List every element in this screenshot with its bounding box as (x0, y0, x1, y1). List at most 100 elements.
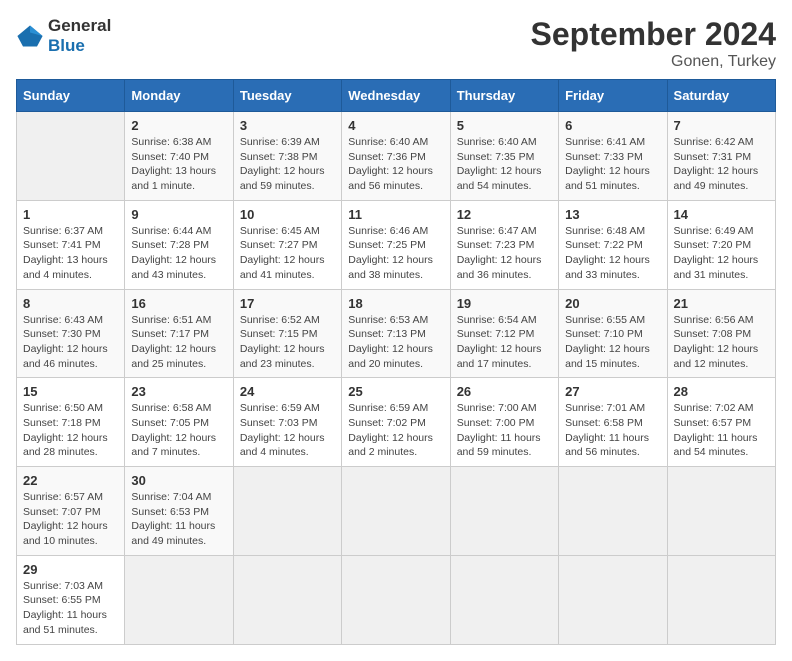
day-number: 24 (240, 384, 335, 399)
calendar-cell: 6 Sunrise: 6:41 AMSunset: 7:33 PMDayligh… (559, 112, 667, 201)
calendar-cell: 5 Sunrise: 6:40 AMSunset: 7:35 PMDayligh… (450, 112, 558, 201)
logo-blue: Blue (48, 36, 85, 55)
day-number: 9 (131, 207, 226, 222)
calendar-cell: 3 Sunrise: 6:39 AMSunset: 7:38 PMDayligh… (233, 112, 341, 201)
day-number: 6 (565, 118, 660, 133)
calendar-cell: 18 Sunrise: 6:53 AMSunset: 7:13 PMDaylig… (342, 289, 450, 378)
day-number: 21 (674, 296, 769, 311)
calendar-cell: 8 Sunrise: 6:43 AMSunset: 7:30 PMDayligh… (17, 289, 125, 378)
day-info: Sunrise: 7:02 AMSunset: 6:57 PMDaylight:… (674, 401, 769, 460)
calendar-cell (342, 555, 450, 644)
day-info: Sunrise: 6:55 AMSunset: 7:10 PMDaylight:… (565, 313, 660, 372)
day-info: Sunrise: 6:52 AMSunset: 7:15 PMDaylight:… (240, 313, 335, 372)
day-number: 4 (348, 118, 443, 133)
day-info: Sunrise: 6:57 AMSunset: 7:07 PMDaylight:… (23, 490, 118, 549)
day-info: Sunrise: 6:43 AMSunset: 7:30 PMDaylight:… (23, 313, 118, 372)
calendar-cell: 7 Sunrise: 6:42 AMSunset: 7:31 PMDayligh… (667, 112, 775, 201)
calendar-cell (125, 555, 233, 644)
logo: General Blue (16, 16, 111, 56)
calendar-cell (450, 555, 558, 644)
calendar-cell: 9 Sunrise: 6:44 AMSunset: 7:28 PMDayligh… (125, 200, 233, 289)
day-number: 8 (23, 296, 118, 311)
calendar-cell: 15 Sunrise: 6:50 AMSunset: 7:18 PMDaylig… (17, 378, 125, 467)
calendar-cell: 21 Sunrise: 6:56 AMSunset: 7:08 PMDaylig… (667, 289, 775, 378)
month-title: September 2024 (531, 16, 776, 53)
day-number: 5 (457, 118, 552, 133)
logo-general: General (48, 16, 111, 35)
title-block: September 2024 Gonen, Turkey (531, 16, 776, 71)
header-thursday: Thursday (450, 80, 558, 112)
day-info: Sunrise: 6:42 AMSunset: 7:31 PMDaylight:… (674, 135, 769, 194)
day-number: 3 (240, 118, 335, 133)
day-info: Sunrise: 6:40 AMSunset: 7:35 PMDaylight:… (457, 135, 552, 194)
day-info: Sunrise: 6:37 AMSunset: 7:41 PMDaylight:… (23, 224, 118, 283)
day-number: 17 (240, 296, 335, 311)
calendar-cell (667, 467, 775, 556)
calendar-row: 29 Sunrise: 7:03 AMSunset: 6:55 PMDaylig… (17, 555, 776, 644)
calendar-cell: 29 Sunrise: 7:03 AMSunset: 6:55 PMDaylig… (17, 555, 125, 644)
calendar-cell: 28 Sunrise: 7:02 AMSunset: 6:57 PMDaylig… (667, 378, 775, 467)
calendar-cell: 26 Sunrise: 7:00 AMSunset: 7:00 PMDaylig… (450, 378, 558, 467)
calendar-cell: 20 Sunrise: 6:55 AMSunset: 7:10 PMDaylig… (559, 289, 667, 378)
day-info: Sunrise: 6:59 AMSunset: 7:03 PMDaylight:… (240, 401, 335, 460)
header-sunday: Sunday (17, 80, 125, 112)
header-tuesday: Tuesday (233, 80, 341, 112)
day-info: Sunrise: 6:54 AMSunset: 7:12 PMDaylight:… (457, 313, 552, 372)
day-info: Sunrise: 7:01 AMSunset: 6:58 PMDaylight:… (565, 401, 660, 460)
calendar-row: 2 Sunrise: 6:38 AMSunset: 7:40 PMDayligh… (17, 112, 776, 201)
day-info: Sunrise: 6:39 AMSunset: 7:38 PMDaylight:… (240, 135, 335, 194)
calendar-cell: 19 Sunrise: 6:54 AMSunset: 7:12 PMDaylig… (450, 289, 558, 378)
header-wednesday: Wednesday (342, 80, 450, 112)
logo-icon (16, 22, 44, 50)
calendar-cell (233, 555, 341, 644)
calendar-cell (233, 467, 341, 556)
day-number: 12 (457, 207, 552, 222)
day-number: 14 (674, 207, 769, 222)
calendar-cell: 2 Sunrise: 6:38 AMSunset: 7:40 PMDayligh… (125, 112, 233, 201)
day-info: Sunrise: 6:50 AMSunset: 7:18 PMDaylight:… (23, 401, 118, 460)
calendar-cell (17, 112, 125, 201)
day-info: Sunrise: 7:03 AMSunset: 6:55 PMDaylight:… (23, 579, 118, 638)
calendar-body: 2 Sunrise: 6:38 AMSunset: 7:40 PMDayligh… (17, 112, 776, 645)
day-info: Sunrise: 6:51 AMSunset: 7:17 PMDaylight:… (131, 313, 226, 372)
day-info: Sunrise: 6:56 AMSunset: 7:08 PMDaylight:… (674, 313, 769, 372)
page-header: General Blue September 2024 Gonen, Turke… (16, 16, 776, 71)
calendar-cell (559, 467, 667, 556)
day-info: Sunrise: 6:41 AMSunset: 7:33 PMDaylight:… (565, 135, 660, 194)
day-number: 23 (131, 384, 226, 399)
calendar-cell: 13 Sunrise: 6:48 AMSunset: 7:22 PMDaylig… (559, 200, 667, 289)
calendar-cell (559, 555, 667, 644)
calendar-cell (342, 467, 450, 556)
day-number: 10 (240, 207, 335, 222)
calendar-row: 15 Sunrise: 6:50 AMSunset: 7:18 PMDaylig… (17, 378, 776, 467)
calendar-table: Sunday Monday Tuesday Wednesday Thursday… (16, 79, 776, 645)
day-info: Sunrise: 7:04 AMSunset: 6:53 PMDaylight:… (131, 490, 226, 549)
day-info: Sunrise: 7:00 AMSunset: 7:00 PMDaylight:… (457, 401, 552, 460)
calendar-cell: 27 Sunrise: 7:01 AMSunset: 6:58 PMDaylig… (559, 378, 667, 467)
calendar-cell: 14 Sunrise: 6:49 AMSunset: 7:20 PMDaylig… (667, 200, 775, 289)
calendar-cell (450, 467, 558, 556)
calendar-cell (667, 555, 775, 644)
calendar-row: 22 Sunrise: 6:57 AMSunset: 7:07 PMDaylig… (17, 467, 776, 556)
calendar-cell: 16 Sunrise: 6:51 AMSunset: 7:17 PMDaylig… (125, 289, 233, 378)
header-row: Sunday Monday Tuesday Wednesday Thursday… (17, 80, 776, 112)
calendar-cell: 22 Sunrise: 6:57 AMSunset: 7:07 PMDaylig… (17, 467, 125, 556)
day-info: Sunrise: 6:46 AMSunset: 7:25 PMDaylight:… (348, 224, 443, 283)
day-info: Sunrise: 6:49 AMSunset: 7:20 PMDaylight:… (674, 224, 769, 283)
calendar-cell: 10 Sunrise: 6:45 AMSunset: 7:27 PMDaylig… (233, 200, 341, 289)
day-number: 15 (23, 384, 118, 399)
day-number: 27 (565, 384, 660, 399)
day-info: Sunrise: 6:48 AMSunset: 7:22 PMDaylight:… (565, 224, 660, 283)
day-number: 18 (348, 296, 443, 311)
calendar-row: 8 Sunrise: 6:43 AMSunset: 7:30 PMDayligh… (17, 289, 776, 378)
calendar-cell: 25 Sunrise: 6:59 AMSunset: 7:02 PMDaylig… (342, 378, 450, 467)
day-number: 25 (348, 384, 443, 399)
header-friday: Friday (559, 80, 667, 112)
calendar-cell: 17 Sunrise: 6:52 AMSunset: 7:15 PMDaylig… (233, 289, 341, 378)
calendar-cell: 11 Sunrise: 6:46 AMSunset: 7:25 PMDaylig… (342, 200, 450, 289)
day-info: Sunrise: 6:59 AMSunset: 7:02 PMDaylight:… (348, 401, 443, 460)
day-number: 13 (565, 207, 660, 222)
calendar-cell: 12 Sunrise: 6:47 AMSunset: 7:23 PMDaylig… (450, 200, 558, 289)
day-info: Sunrise: 6:40 AMSunset: 7:36 PMDaylight:… (348, 135, 443, 194)
day-info: Sunrise: 6:58 AMSunset: 7:05 PMDaylight:… (131, 401, 226, 460)
